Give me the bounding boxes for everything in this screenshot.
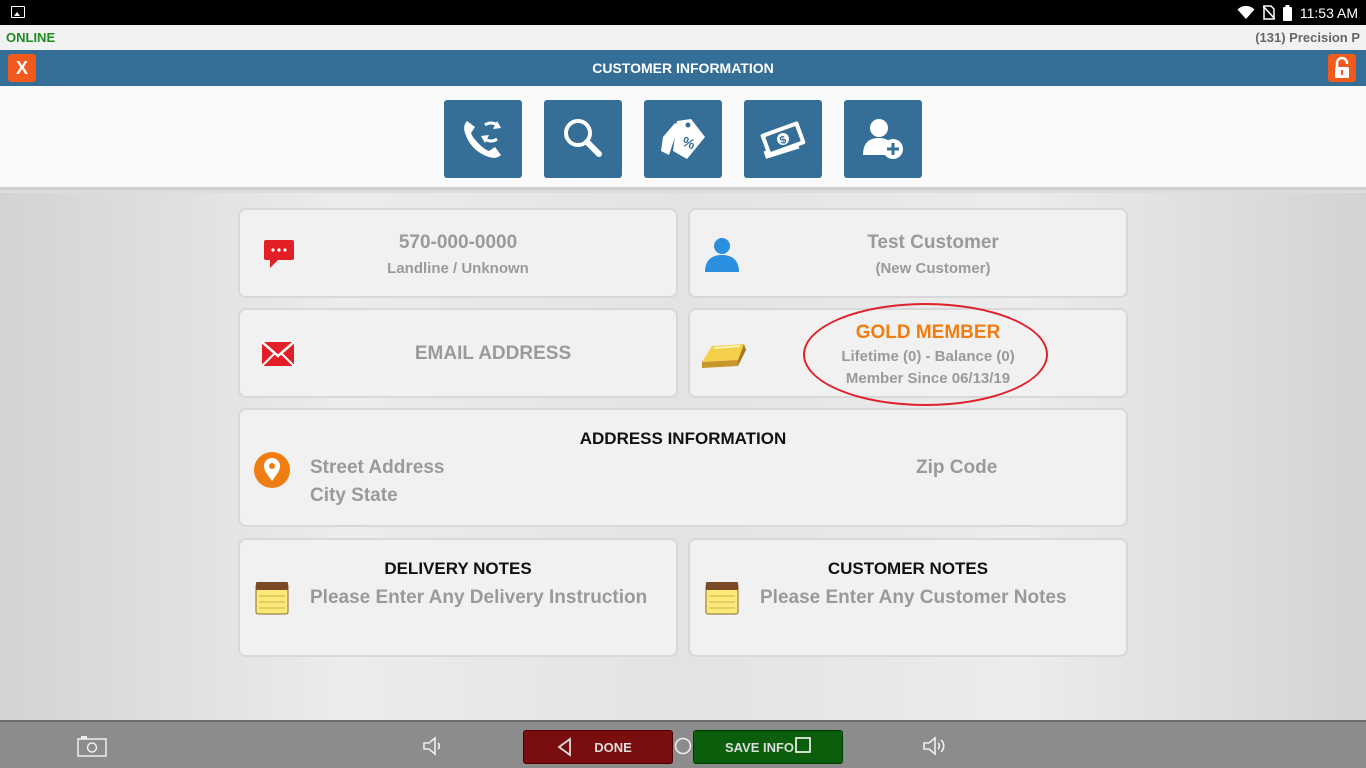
address-header: ADDRESS INFORMATION xyxy=(579,429,787,448)
customer-status: (New Customer) xyxy=(875,260,991,277)
city-state-input[interactable]: City State xyxy=(310,485,398,507)
notepad-icon xyxy=(705,582,739,615)
title-bar: X CUSTOMER INFORMATION xyxy=(0,50,1366,86)
page-title: CUSTOMER INFORMATION xyxy=(592,60,774,76)
connection-bar: ONLINE (131) Precision P xyxy=(0,25,1366,50)
search-icon xyxy=(564,119,602,157)
zip-code-input[interactable]: Zip Code xyxy=(916,457,997,479)
wifi-icon xyxy=(1237,5,1255,19)
customer-name: Test Customer xyxy=(867,232,999,253)
customer-notes-card[interactable]: CUSTOMER NOTES Please Enter Any Customer… xyxy=(688,538,1128,657)
phone-number: 570-000-0000 xyxy=(398,232,518,253)
save-info-button[interactable]: SAVE INFO xyxy=(693,730,843,764)
save-info-label: SAVE INFO xyxy=(724,739,795,755)
lock-open-icon xyxy=(1335,56,1349,78)
customer-notes-input[interactable]: Please Enter Any Customer Notes xyxy=(760,587,1067,609)
delivery-notes-card[interactable]: DELIVERY NOTES Please Enter Any Delivery… xyxy=(238,538,678,657)
email-card[interactable]: EMAIL ADDRESS xyxy=(238,308,678,398)
location-pin-icon xyxy=(254,452,290,488)
image-icon xyxy=(11,6,25,18)
action-toolbar: % $ xyxy=(0,86,1366,190)
phone-transfer-icon xyxy=(464,121,501,158)
delivery-notes-header: DELIVERY NOTES xyxy=(384,559,532,578)
cash-button[interactable]: $ xyxy=(744,100,822,178)
back-triangle-icon xyxy=(557,737,572,757)
add-user-icon xyxy=(863,119,903,159)
email-input[interactable]: EMAIL ADDRESS xyxy=(240,343,676,365)
home-circle-icon[interactable] xyxy=(674,737,692,755)
add-customer-button[interactable] xyxy=(844,100,922,178)
store-name: (131) Precision P xyxy=(1255,30,1360,45)
connection-status: ONLINE xyxy=(6,30,56,45)
screenshot-icon[interactable] xyxy=(77,735,107,757)
volume-up-icon[interactable] xyxy=(921,734,949,758)
search-customer-button[interactable] xyxy=(544,100,622,178)
battery-icon xyxy=(1282,4,1292,21)
navigation-bar: DONE SAVE INFO xyxy=(0,720,1366,768)
customer-notes-header: CUSTOMER NOTES xyxy=(827,559,989,578)
discount-button[interactable]: % xyxy=(644,100,722,178)
delivery-notes-input[interactable]: Please Enter Any Delivery Instruction xyxy=(310,587,647,609)
highlight-oval xyxy=(803,303,1048,406)
discount-tag-icon: % xyxy=(661,119,705,159)
customer-name-card[interactable]: Test Customer (New Customer) xyxy=(688,208,1128,298)
recent-apps-square-icon xyxy=(795,737,811,753)
customer-form-area: 570-000-0000 Landline / Unknown Test Cus… xyxy=(0,193,1366,720)
notepad-icon xyxy=(255,582,289,615)
done-label: DONE xyxy=(594,739,632,755)
system-status-bar: 11:53 AM xyxy=(0,0,1366,25)
volume-down-icon[interactable] xyxy=(421,734,445,758)
street-address-input[interactable]: Street Address xyxy=(310,457,444,479)
no-sim-icon xyxy=(1262,5,1275,20)
lock-button[interactable] xyxy=(1328,54,1356,82)
phone-type: Landline / Unknown xyxy=(387,260,529,277)
done-button[interactable]: DONE xyxy=(523,730,673,764)
clock: 11:53 AM xyxy=(1299,4,1358,21)
cash-icon: $ xyxy=(760,121,806,159)
address-card[interactable]: ADDRESS INFORMATION Street Address City … xyxy=(238,408,1128,527)
phone-transfer-button[interactable] xyxy=(444,100,522,178)
phone-card[interactable]: 570-000-0000 Landline / Unknown xyxy=(238,208,678,298)
